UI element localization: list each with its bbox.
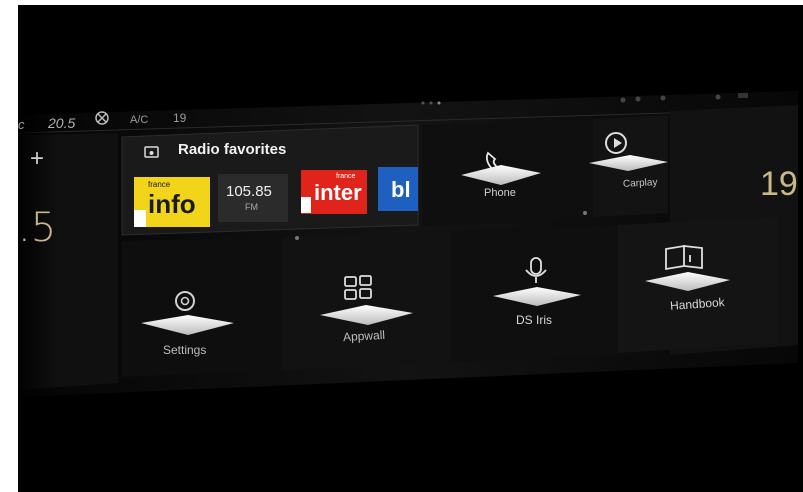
station-frequency: 105.85 [226,183,272,200]
ds-iris-label: DS Iris [516,313,552,327]
grid-dot [583,211,587,215]
phone-label: Phone [484,187,516,199]
temp-plus-button[interactable]: + [30,145,44,173]
tile-appwall[interactable] [282,231,450,370]
grid-dot [295,236,299,240]
status-icon [620,97,626,103]
appwall-label: Appwall [342,327,386,345]
right-temp-large: 19 [760,165,798,203]
left-temp-unit: c [18,117,25,132]
left-temp-large: .5 [18,205,57,251]
france-inter-logo: inter [314,180,362,205]
status-icon [635,96,641,102]
page-dot [421,101,425,105]
france-info-top: france [148,180,171,189]
left-temp-value: 20.5 [48,115,76,131]
ac-label[interactable]: A/C [130,114,148,126]
settings-label: Settings [163,343,207,357]
radio-title: Radio favorites [178,141,287,158]
page-dot [429,101,433,105]
infotainment-screen [18,5,799,492]
france-inter-top: france [336,173,356,180]
status-icon [660,95,666,101]
carplay-label: Carplay [622,177,658,190]
status-icon [738,93,748,98]
fan-level: 19 [173,111,187,125]
screen-frame: c 20.5 A/C 19 + .5 19 Radio favorites fr… [18,5,803,492]
station-band: FM [245,202,258,212]
bleu-logo: bl [391,177,411,202]
page-dot-active [437,101,441,105]
status-icon [715,94,721,100]
france-info-logo: info [148,189,196,219]
